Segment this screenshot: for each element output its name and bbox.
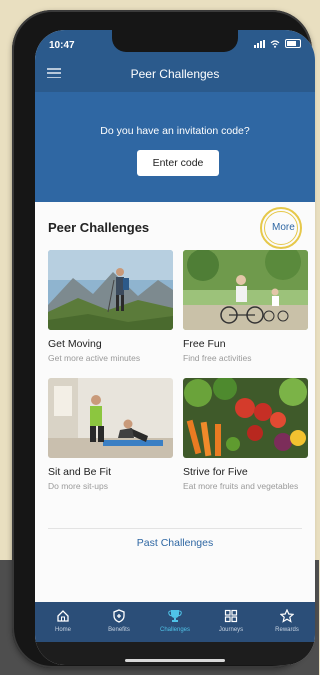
notch (112, 30, 238, 52)
invitation-prompt: Do you have an invitation code? (100, 125, 250, 137)
vegetables-image (183, 378, 308, 458)
tab-label: Challenges (159, 627, 191, 633)
cycling-image (183, 250, 308, 330)
star-icon (280, 609, 294, 623)
challenge-card-sit-and-be-fit[interactable]: Sit and Be Fit Do more sit-ups (48, 378, 173, 492)
battery-icon (285, 39, 301, 48)
trophy-icon (168, 610, 182, 622)
home-icon (57, 610, 69, 622)
tab-challenges[interactable]: Challenges (147, 602, 203, 642)
challenges-content: Peer Challenges More Get Moving Get more… (35, 202, 315, 602)
challenge-card-free-fun[interactable]: Free Fun Find free activities (183, 250, 308, 364)
top-app-bar: Peer Challenges (35, 56, 315, 92)
phone-screen: 10:47 Peer Challenges Do you have an inv… (35, 30, 315, 665)
card-title: Get Moving (48, 338, 102, 350)
card-title: Sit and Be Fit (48, 466, 112, 478)
tab-rewards[interactable]: Rewards (259, 602, 315, 642)
signal-icon (254, 39, 265, 48)
tab-label: Journeys (218, 627, 244, 633)
card-description: Find free activities (183, 353, 252, 363)
status-time: 10:47 (49, 40, 75, 51)
section-title: Peer Challenges (48, 220, 150, 235)
tab-label: Home (54, 627, 71, 633)
card-description: Do more sit-ups (48, 481, 108, 491)
more-link[interactable]: More (272, 222, 295, 233)
status-icons (254, 39, 301, 48)
bottom-tab-bar: Home Benefits Challenges Journeys Reward… (35, 602, 315, 642)
challenge-card-strive-for-five[interactable]: Strive for Five Eat more fruits and vege… (183, 378, 308, 492)
card-description: Get more active minutes (48, 353, 141, 363)
card-title: Strive for Five (183, 466, 248, 478)
tab-label: Rewards (275, 627, 299, 633)
tab-label: Benefits (108, 627, 130, 633)
enter-code-button[interactable]: Enter code (137, 150, 219, 176)
grid-icon (224, 609, 238, 623)
situps-image (48, 378, 173, 458)
challenge-card-get-moving[interactable]: Get Moving Get more active minutes (48, 250, 173, 364)
card-description: Eat more fruits and vegetables (183, 481, 299, 491)
page-title: Peer Challenges (130, 67, 220, 81)
wifi-icon (270, 39, 280, 48)
past-challenges-link[interactable]: Past Challenges (35, 537, 315, 549)
tab-benefits[interactable]: Benefits (91, 602, 147, 642)
phone-frame: 10:47 Peer Challenges Do you have an inv… (12, 10, 315, 668)
divider (48, 528, 302, 529)
home-indicator (125, 659, 225, 662)
card-title: Free Fun (183, 338, 226, 350)
shield-plus-icon (113, 609, 125, 623)
invitation-banner: Do you have an invitation code? Enter co… (35, 92, 315, 202)
tab-journeys[interactable]: Journeys (203, 602, 259, 642)
tab-home[interactable]: Home (35, 602, 91, 642)
hiking-image (48, 250, 173, 330)
